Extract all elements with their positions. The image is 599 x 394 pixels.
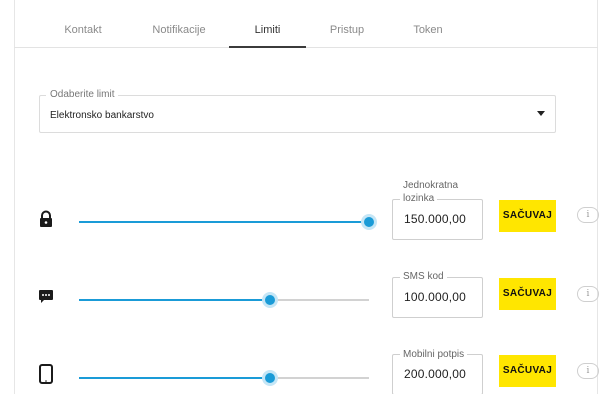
limit-value[interactable]: 200.000,00	[404, 367, 466, 381]
tab-bar: Kontakt Notifikacije Limiti Pristup Toke…	[14, 0, 598, 48]
settings-panel	[14, 0, 598, 394]
limit-value[interactable]: 100.000,00	[404, 290, 466, 304]
save-button[interactable]: SAČUVAJ	[499, 200, 556, 232]
tab-token[interactable]: Token	[412, 0, 444, 48]
save-button[interactable]: SAČUVAJ	[499, 355, 556, 387]
sms-icon	[38, 288, 54, 306]
save-button[interactable]: SAČUVAJ	[499, 278, 556, 310]
tab-notifikacije[interactable]: Notifikacije	[148, 0, 210, 48]
limit-select-value[interactable]: Elektronsko bankarstvo	[50, 110, 154, 121]
slider-track-mobilni-potpis[interactable]	[79, 370, 369, 386]
tab-kontakt[interactable]: Kontakt	[64, 0, 102, 48]
info-icon[interactable]: i	[577, 363, 599, 379]
field-label-line: lozinka	[400, 192, 438, 205]
slider-track-sms-kod[interactable]	[79, 292, 369, 308]
slider-fill	[79, 377, 271, 379]
slider-fill	[79, 221, 369, 223]
slider-track-jednokratna-lozinka[interactable]	[79, 214, 377, 230]
limit-value[interactable]: 150.000,00	[404, 212, 466, 226]
info-icon[interactable]: i	[577, 207, 599, 223]
tab-pristup[interactable]: Pristup	[329, 0, 365, 48]
tab-limiti[interactable]: Limiti	[229, 0, 306, 48]
slider-fill	[79, 299, 271, 301]
chevron-down-icon[interactable]	[537, 111, 545, 116]
mobile-icon	[38, 364, 54, 384]
info-icon[interactable]: i	[577, 286, 599, 302]
field-label-line: SMS kod	[400, 270, 447, 283]
limit-select-label: Odaberite limit	[46, 89, 119, 100]
slider-handle[interactable]	[361, 214, 377, 230]
field-label-line: Mobilni potpis	[400, 348, 468, 361]
lock-icon	[38, 210, 54, 228]
field-label-line: Jednokratna	[400, 179, 462, 192]
